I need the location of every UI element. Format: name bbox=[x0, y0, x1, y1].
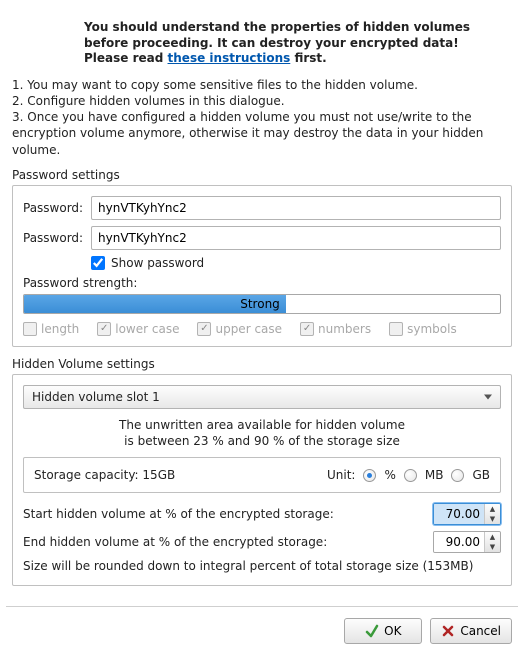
start-spin-up[interactable]: ▲ bbox=[485, 504, 500, 514]
unit-pct-label: % bbox=[384, 468, 395, 482]
start-spinbox[interactable]: ▲ ▼ bbox=[433, 503, 501, 525]
start-spin-down[interactable]: ▼ bbox=[485, 514, 500, 524]
warning-part2: first. bbox=[290, 51, 326, 65]
warning-text: You should understand the properties of … bbox=[84, 20, 512, 67]
rounding-note: Size will be rounded down to integral pe… bbox=[23, 559, 501, 573]
strength-text: Strong bbox=[240, 297, 280, 311]
crit-upper: upper case bbox=[215, 322, 282, 336]
step-2: 2. Configure hidden volumes in this dial… bbox=[12, 93, 512, 109]
steps-list: 1. You may want to copy some sensitive f… bbox=[12, 77, 512, 158]
button-bar: OK Cancel bbox=[0, 614, 524, 656]
slot-select[interactable]: Hidden volume slot 1 bbox=[23, 385, 501, 409]
ok-button[interactable]: OK bbox=[344, 618, 422, 644]
end-spin-down[interactable]: ▼ bbox=[485, 542, 500, 552]
unit-label: Unit: bbox=[327, 468, 355, 482]
ok-button-label: OK bbox=[384, 624, 401, 638]
crit-length-check bbox=[23, 322, 37, 336]
crit-numbers: numbers bbox=[318, 322, 371, 336]
hidden-volume-section-title: Hidden Volume settings bbox=[12, 357, 512, 371]
unit-mb-radio[interactable] bbox=[404, 469, 417, 482]
capacity-box: Storage capacity: 15GB Unit: % MB GB bbox=[23, 457, 501, 493]
password-field-2[interactable] bbox=[91, 226, 501, 250]
cancel-button[interactable]: Cancel bbox=[430, 618, 512, 644]
step-1: 1. You may want to copy some sensitive f… bbox=[12, 77, 512, 93]
close-icon bbox=[441, 624, 455, 638]
start-spin-input[interactable] bbox=[434, 504, 484, 524]
crit-symbols: symbols bbox=[407, 322, 457, 336]
info-message: The unwritten area available for hidden … bbox=[23, 417, 501, 449]
password-label-1: Password: bbox=[23, 201, 83, 215]
crit-lower: lower case bbox=[115, 322, 179, 336]
password-group: Password: Password: Show password Passwo… bbox=[12, 185, 512, 347]
cancel-button-label: Cancel bbox=[460, 624, 501, 638]
step-3: 3. Once you have configured a hidden vol… bbox=[12, 109, 512, 158]
show-password-checkbox[interactable] bbox=[91, 256, 105, 270]
crit-lower-check bbox=[97, 322, 111, 336]
password-section-title: Password settings bbox=[12, 168, 512, 182]
password-field-1[interactable] bbox=[91, 196, 501, 220]
end-spin-up[interactable]: ▲ bbox=[485, 532, 500, 542]
slot-select-value: Hidden volume slot 1 bbox=[32, 390, 160, 404]
end-label: End hidden volume at % of the encrypted … bbox=[23, 535, 423, 549]
strength-bar: Strong bbox=[23, 294, 501, 314]
crit-numbers-check bbox=[300, 322, 314, 336]
password-label-2: Password: bbox=[23, 231, 83, 245]
info-line1: The unwritten area available for hidden … bbox=[23, 417, 501, 433]
criteria-row: length lower case upper case numbers sym… bbox=[23, 322, 501, 336]
end-spinbox[interactable]: ▲ ▼ bbox=[433, 531, 501, 553]
crit-length: length bbox=[41, 322, 79, 336]
unit-mb-label: MB bbox=[425, 468, 444, 482]
crit-upper-check bbox=[197, 322, 211, 336]
capacity-label: Storage capacity: 15GB bbox=[34, 468, 175, 482]
instructions-link[interactable]: these instructions bbox=[168, 51, 291, 65]
end-spin-input[interactable] bbox=[434, 532, 484, 552]
info-line2: is between 23 % and 90 % of the storage … bbox=[23, 433, 501, 449]
separator bbox=[6, 606, 518, 608]
check-icon bbox=[365, 624, 379, 638]
unit-pct-radio[interactable] bbox=[363, 469, 376, 482]
strength-fill: Strong bbox=[24, 295, 286, 313]
unit-row: Unit: % MB GB bbox=[327, 468, 490, 482]
crit-symbols-check bbox=[389, 322, 403, 336]
unit-gb-radio[interactable] bbox=[451, 469, 464, 482]
start-label: Start hidden volume at % of the encrypte… bbox=[23, 507, 423, 521]
show-password-label: Show password bbox=[111, 256, 204, 270]
hidden-volume-group: Hidden volume slot 1 The unwritten area … bbox=[12, 374, 512, 586]
unit-gb-label: GB bbox=[472, 468, 490, 482]
strength-label: Password strength: bbox=[23, 276, 501, 290]
